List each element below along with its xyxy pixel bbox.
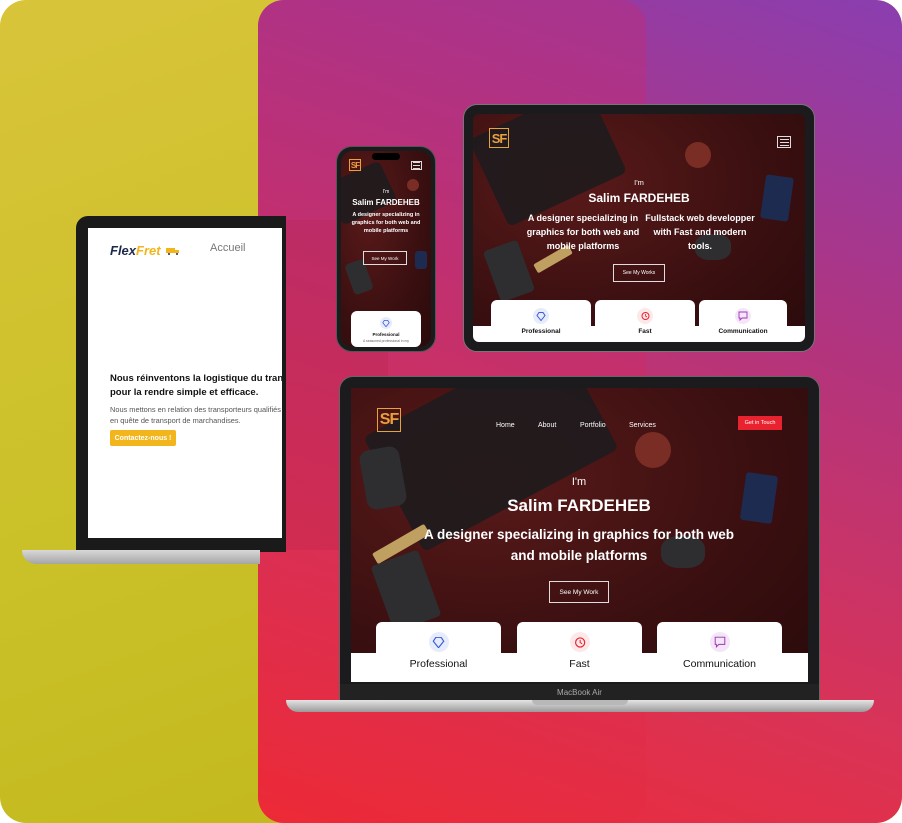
nav-accueil[interactable]: Accueil <box>210 242 245 254</box>
see-work-button[interactable]: See My Work <box>549 581 609 603</box>
tagline-secondary: Fullstack web developper with Fast and m… <box>645 213 755 251</box>
canvas: FlexFret Accueil Nous réinventons la log… <box>0 0 902 823</box>
phone-notch <box>372 153 400 160</box>
see-work-button[interactable]: See My Work <box>363 251 407 265</box>
card-title: Professional <box>372 332 400 337</box>
logo-word-fret: Fret <box>136 243 161 258</box>
card-fast[interactable]: Fast <box>595 300 695 342</box>
menu-icon[interactable] <box>777 136 791 148</box>
intro-text: I'm <box>571 476 587 488</box>
name-heading: Salim FARDEHEB <box>507 496 651 515</box>
flexfret-logo[interactable]: FlexFret <box>110 240 182 266</box>
card-text: A seasoned professional in my <box>363 339 409 343</box>
phone-screen: SF I'm Salim FARDEHEB A designer special… <box>341 151 431 347</box>
clock-icon <box>637 308 653 324</box>
macbook-screen: SF Home About Portfolio Services I'm Sal… <box>351 388 808 682</box>
card-title: Communication <box>718 328 768 335</box>
sf-logo[interactable]: SF <box>349 159 361 171</box>
tagline: A designer specializing in graphics for … <box>351 212 421 234</box>
desk-notebook <box>415 251 427 269</box>
card-title: Professional <box>409 658 468 670</box>
clock-icon <box>569 632 590 652</box>
card-professional[interactable]: Professional A seasoned professional in … <box>351 311 421 347</box>
macbook-notch <box>532 700 628 705</box>
flexfret-screen: FlexFret Accueil Nous réinventons la log… <box>88 228 282 538</box>
truck-icon <box>165 247 179 255</box>
contact-button[interactable]: Contactez-nous ! <box>110 430 176 446</box>
diamond-icon <box>428 632 449 652</box>
logo-word-flex: Flex <box>110 243 137 258</box>
card-communication[interactable]: Communication <box>699 300 787 342</box>
get-in-touch-button[interactable]: Get in Touch <box>738 416 782 430</box>
sf-logo[interactable]: SF <box>489 128 509 148</box>
chat-icon <box>735 308 751 324</box>
desk-cup <box>635 432 671 468</box>
card-title: Communication <box>683 658 756 670</box>
desk-notebook <box>739 472 779 524</box>
name-heading: Salim FARDEHEB <box>352 198 420 207</box>
card-professional[interactable]: Professional <box>376 622 501 682</box>
card-title: Fast <box>638 328 652 335</box>
flexfret-headline: Nous réinventons la logistique du transp… <box>110 373 282 398</box>
tagline: A designer specializing in graphics for … <box>423 527 735 563</box>
card-fast[interactable]: Fast <box>517 622 642 682</box>
sf-logo[interactable]: SF <box>377 408 401 432</box>
desk-cup <box>685 142 711 168</box>
card-title: Professional <box>521 328 561 335</box>
diamond-icon <box>533 308 549 324</box>
card-communication[interactable]: Communication <box>657 622 782 682</box>
name-heading: Salim FARDEHEB <box>588 191 690 205</box>
nav-home[interactable]: Home <box>496 422 515 429</box>
flexfret-subtext: Nous mettons en relation des transporteu… <box>110 405 282 425</box>
card-title: Fast <box>569 658 590 670</box>
laptop-base <box>22 550 260 564</box>
chat-icon <box>709 632 730 652</box>
nav-about[interactable]: About <box>538 422 556 429</box>
device-label: MacBook Air <box>557 688 602 697</box>
nav-services[interactable]: Services <box>629 422 656 429</box>
nav-portfolio[interactable]: Portfolio <box>580 422 606 429</box>
tablet-screen: SF I'm Salim FARDEHEB A designer special… <box>473 114 805 342</box>
menu-icon[interactable] <box>411 161 422 170</box>
tagline: A designer specializing in graphics for … <box>526 213 640 251</box>
intro-text: I'm <box>382 189 390 195</box>
intro-text: I'm <box>634 178 644 187</box>
diamond-icon <box>380 317 392 329</box>
card-professional[interactable]: Professional <box>491 300 591 342</box>
desk-notebook <box>760 174 794 222</box>
see-works-button[interactable]: See My Works <box>613 264 665 282</box>
